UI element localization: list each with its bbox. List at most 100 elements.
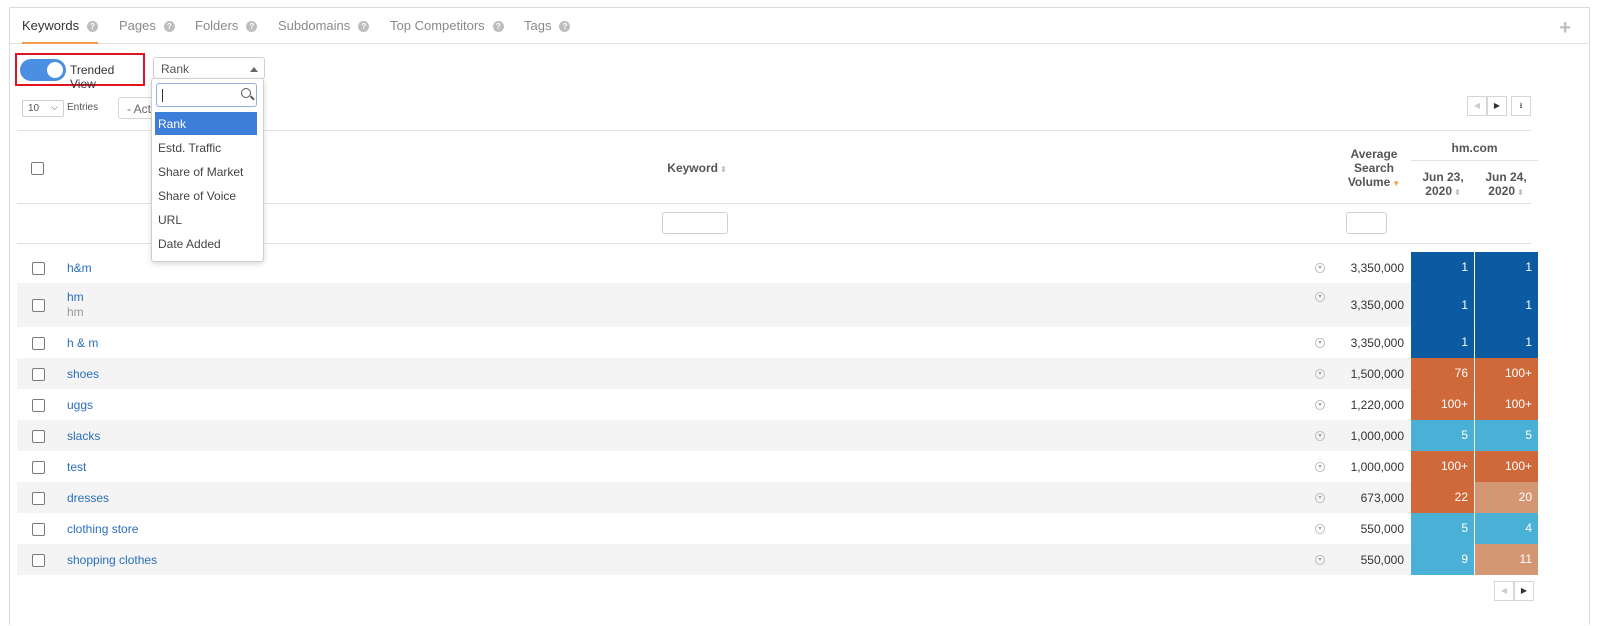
- tab-label: Subdomains: [278, 18, 351, 33]
- expand-row-icon[interactable]: ▾: [1315, 524, 1325, 534]
- rank-cell: 5: [1411, 513, 1474, 544]
- rank-value: 1: [1525, 298, 1532, 312]
- expand-row-icon[interactable]: ▾: [1315, 555, 1325, 565]
- tab-label: Top Competitors: [390, 18, 485, 33]
- keyword-column-header[interactable]: Keyword ⬍: [657, 161, 737, 175]
- expand-row-icon[interactable]: ▾: [1315, 369, 1325, 379]
- keyword-link[interactable]: shopping clothes: [67, 553, 157, 567]
- rank-cell: 1: [1411, 252, 1474, 283]
- tab-label: Pages: [119, 18, 156, 33]
- row-checkbox[interactable]: [32, 368, 45, 381]
- rank-cell: 1: [1475, 327, 1538, 358]
- dropdown-option[interactable]: Share of Market: [155, 160, 257, 183]
- rank-cell: 1: [1475, 283, 1538, 327]
- date-column-header-2[interactable]: Jun 24, 2020 ⬍: [1477, 170, 1535, 200]
- rank-value: 100+: [1440, 459, 1468, 473]
- row-checkbox[interactable]: [32, 262, 45, 275]
- help-icon[interactable]: ?: [559, 21, 571, 32]
- tab-top-competitors[interactable]: Top Competitors?: [390, 18, 504, 44]
- select-all-checkbox[interactable]: [31, 162, 44, 175]
- dropdown-option[interactable]: Estd. Traffic: [155, 136, 257, 159]
- next-page-button[interactable]: ▶: [1514, 581, 1534, 601]
- actions-label: - Act: [127, 102, 152, 116]
- expand-row-icon[interactable]: ▾: [1315, 400, 1325, 410]
- dropdown-option[interactable]: URL: [155, 208, 257, 231]
- entries-select[interactable]: 10 ⌵: [22, 100, 64, 117]
- domain-header: hm.com: [1411, 141, 1538, 161]
- tab-keywords[interactable]: Keywords?: [22, 18, 99, 44]
- rank-cell: 9: [1411, 544, 1474, 575]
- search-volume: 3,350,000: [1350, 336, 1404, 350]
- tab-tags[interactable]: Tags?: [524, 18, 571, 44]
- keyword-link[interactable]: dresses: [67, 491, 109, 505]
- row-checkbox[interactable]: [32, 299, 45, 312]
- trended-view-toggle[interactable]: [20, 59, 66, 81]
- tab-subdomains[interactable]: Subdomains?: [278, 18, 370, 44]
- metric-select-value: Rank: [161, 62, 190, 76]
- help-icon[interactable]: ?: [87, 21, 99, 32]
- row-checkbox[interactable]: [32, 399, 45, 412]
- dropdown-option[interactable]: Share of Voice: [155, 184, 257, 207]
- tab-label: Folders: [195, 18, 239, 33]
- expand-row-icon[interactable]: ▾: [1315, 493, 1325, 503]
- help-icon[interactable]: ?: [358, 21, 370, 32]
- tab-pages[interactable]: Pages?: [119, 18, 175, 44]
- date-column-header-1[interactable]: Jun 23, 2020 ⬍: [1415, 170, 1471, 200]
- row-checkbox[interactable]: [32, 461, 45, 474]
- text-cursor: [162, 89, 163, 102]
- table-row: clothing store ▾ 550,000 5 4: [17, 513, 1538, 544]
- dropdown-option[interactable]: Date Added: [155, 232, 257, 255]
- tab-folders[interactable]: Folders?: [195, 18, 258, 44]
- search-volume: 1,220,000: [1350, 398, 1404, 412]
- keyword-link[interactable]: uggs: [67, 398, 93, 412]
- add-tab-icon[interactable]: +: [1559, 17, 1571, 40]
- help-icon[interactable]: ?: [246, 21, 258, 32]
- keyword-header-label: Keyword: [667, 161, 718, 175]
- rank-cell: 76: [1411, 358, 1474, 389]
- keyword-link[interactable]: h & m: [67, 336, 98, 350]
- table-row: uggs ▾ 1,220,000 100+ 100+: [17, 389, 1538, 420]
- entries-value: 10: [28, 103, 40, 114]
- rank-cell: 11: [1475, 544, 1538, 575]
- keyword-link[interactable]: hm: [67, 290, 84, 304]
- keyword-filter-input[interactable]: [662, 212, 728, 234]
- table-row: shoes ▾ 1,500,000 76 100+: [17, 358, 1538, 389]
- rank-value: 1: [1461, 335, 1468, 349]
- expand-row-icon[interactable]: ▾: [1315, 431, 1325, 441]
- expand-row-icon[interactable]: ▾: [1315, 462, 1325, 472]
- prev-page-button[interactable]: ◀: [1467, 96, 1487, 116]
- row-checkbox[interactable]: [32, 554, 45, 567]
- prev-page-button[interactable]: ◀: [1494, 581, 1514, 601]
- sort-icon: ⬍: [1517, 188, 1524, 197]
- entries-label: Entries: [67, 102, 99, 113]
- search-volume: 673,000: [1360, 491, 1404, 505]
- table-pager-top: ◀ ▶ ⭳: [1467, 96, 1531, 116]
- keyword-link[interactable]: test: [67, 460, 86, 474]
- next-page-button[interactable]: ▶: [1487, 96, 1507, 116]
- keyword-link[interactable]: h&m: [67, 261, 92, 275]
- row-checkbox[interactable]: [32, 430, 45, 443]
- row-checkbox[interactable]: [32, 337, 45, 350]
- search-volume: 3,350,000: [1350, 298, 1404, 312]
- keyword-link[interactable]: shoes: [67, 367, 99, 381]
- row-checkbox[interactable]: [32, 492, 45, 505]
- dropdown-option[interactable]: Rank: [155, 112, 257, 135]
- volume-filter-input[interactable]: [1346, 212, 1387, 234]
- expand-row-icon[interactable]: ▾: [1315, 338, 1325, 348]
- metric-select[interactable]: Rank: [153, 57, 265, 79]
- rank-cell: 1: [1411, 283, 1474, 327]
- metric-dropdown: Rank Estd. Traffic Share of Market Share of…: [151, 78, 264, 262]
- download-icon[interactable]: ⭳: [1511, 96, 1531, 116]
- help-icon[interactable]: ?: [492, 21, 504, 32]
- keyword-link[interactable]: clothing store: [67, 522, 138, 536]
- dropdown-search-input[interactable]: [156, 83, 257, 107]
- row-checkbox[interactable]: [32, 523, 45, 536]
- tab-label: Keywords: [22, 18, 80, 33]
- keyword-link[interactable]: slacks: [67, 429, 100, 443]
- volume-column-header[interactable]: Average Search Volume ▼: [1339, 147, 1409, 191]
- expand-row-icon[interactable]: ▾: [1315, 292, 1325, 302]
- table-row: h & m ▾ 3,350,000 1 1: [17, 327, 1538, 358]
- rank-value: 100+: [1504, 366, 1532, 380]
- help-icon[interactable]: ?: [163, 21, 175, 32]
- expand-row-icon[interactable]: ▾: [1315, 263, 1325, 273]
